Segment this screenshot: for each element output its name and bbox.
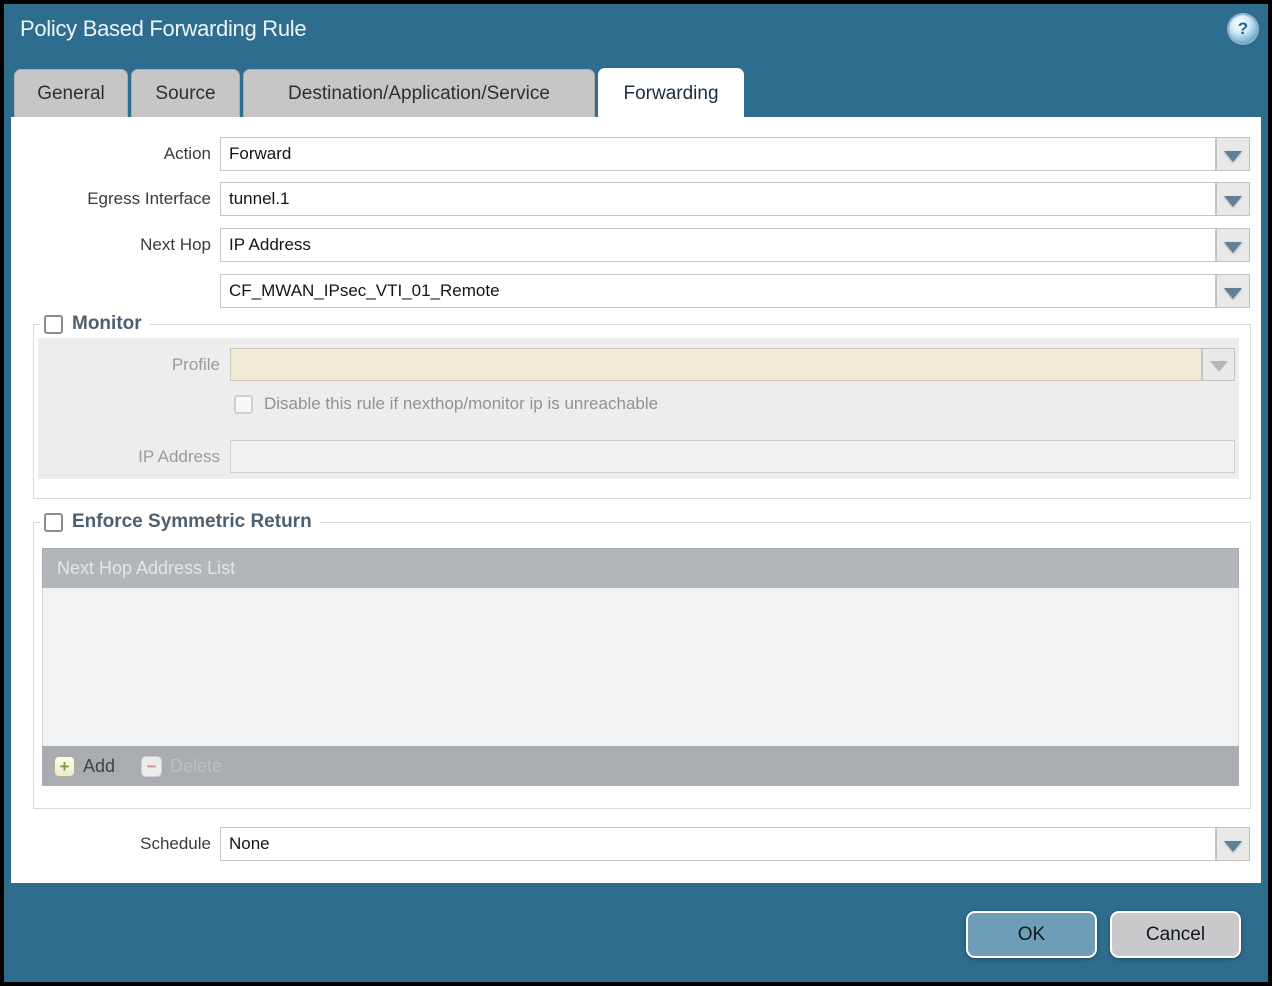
- disable-rule-checkbox: [234, 395, 253, 414]
- help-icon[interactable]: ?: [1229, 15, 1257, 43]
- chevron-down-icon: [1224, 242, 1242, 253]
- monitor-checkbox[interactable]: [44, 315, 63, 334]
- tab-destination-application-service[interactable]: Destination/Application/Service: [243, 69, 595, 118]
- symmetric-return-legend-label: Enforce Symmetric Return: [72, 511, 312, 533]
- symmetric-return-section: Enforce Symmetric Return Next Hop Addres…: [33, 511, 1251, 809]
- monitor-panel: Profile Disable this rule if nexthop/mon…: [38, 338, 1239, 479]
- egress-interface-label: Egress Interface: [11, 182, 211, 216]
- chevron-down-icon: [1224, 196, 1242, 207]
- action-select[interactable]: Forward: [220, 137, 1216, 171]
- symmetric-return-legend: Enforce Symmetric Return: [40, 511, 320, 533]
- profile-dropdown-button: [1202, 348, 1235, 381]
- next-hop-dropdown-button[interactable]: [1216, 228, 1250, 262]
- minus-icon: −: [141, 756, 162, 777]
- egress-interface-dropdown-button[interactable]: [1216, 182, 1250, 216]
- disable-rule-label: Disable this rule if nexthop/monitor ip …: [264, 394, 658, 414]
- symmetric-return-checkbox[interactable]: [44, 513, 63, 532]
- next-hop-address-select[interactable]: CF_MWAN_IPsec_VTI_01_Remote: [220, 274, 1216, 308]
- next-hop-address-table: Next Hop Address List + Add − Delete: [42, 548, 1239, 786]
- profile-select: [230, 348, 1202, 381]
- next-hop-address-dropdown-button[interactable]: [1216, 274, 1250, 308]
- next-hop-label: Next Hop: [11, 228, 211, 262]
- tab-general[interactable]: General: [14, 69, 128, 118]
- chevron-down-icon: [1224, 151, 1242, 162]
- chevron-down-icon: [1224, 841, 1242, 852]
- profile-label: Profile: [38, 348, 220, 381]
- monitor-section: Monitor Profile Disable this rule if nex…: [33, 313, 1251, 499]
- next-hop-address-table-header: Next Hop Address List: [42, 548, 1239, 588]
- chevron-down-icon: [1224, 288, 1242, 299]
- pbf-rule-dialog: Policy Based Forwarding Rule ? General S…: [0, 0, 1272, 986]
- forwarding-tab-panel: Action Forward Egress Interface tunnel.1…: [11, 117, 1261, 883]
- action-label: Action: [11, 137, 211, 171]
- monitor-legend-label: Monitor: [72, 313, 142, 335]
- egress-interface-select[interactable]: tunnel.1: [220, 182, 1216, 216]
- delete-button: − Delete: [141, 756, 222, 777]
- next-hop-type-select[interactable]: IP Address: [220, 228, 1216, 262]
- delete-button-label: Delete: [170, 756, 222, 777]
- add-button-label: Add: [83, 756, 115, 777]
- tab-source[interactable]: Source: [131, 69, 240, 118]
- tab-forwarding[interactable]: Forwarding: [598, 68, 744, 118]
- tab-bar: General Source Destination/Application/S…: [14, 68, 744, 118]
- chevron-down-icon: [1210, 361, 1228, 372]
- action-dropdown-button[interactable]: [1216, 137, 1250, 171]
- cancel-button[interactable]: Cancel: [1110, 911, 1241, 958]
- disable-rule-row: Disable this rule if nexthop/monitor ip …: [234, 394, 658, 414]
- ok-button[interactable]: OK: [966, 911, 1097, 958]
- monitor-ip-address-label: IP Address: [38, 440, 220, 473]
- add-button[interactable]: + Add: [54, 756, 115, 777]
- schedule-label: Schedule: [11, 827, 211, 861]
- monitor-ip-address-input: [230, 440, 1235, 473]
- schedule-dropdown-button[interactable]: [1216, 827, 1250, 861]
- next-hop-address-table-footer: + Add − Delete: [42, 746, 1239, 786]
- monitor-legend: Monitor: [40, 313, 150, 335]
- schedule-select[interactable]: None: [220, 827, 1216, 861]
- next-hop-address-table-body[interactable]: [42, 588, 1239, 746]
- dialog-title: Policy Based Forwarding Rule: [20, 16, 306, 42]
- plus-icon: +: [54, 756, 75, 777]
